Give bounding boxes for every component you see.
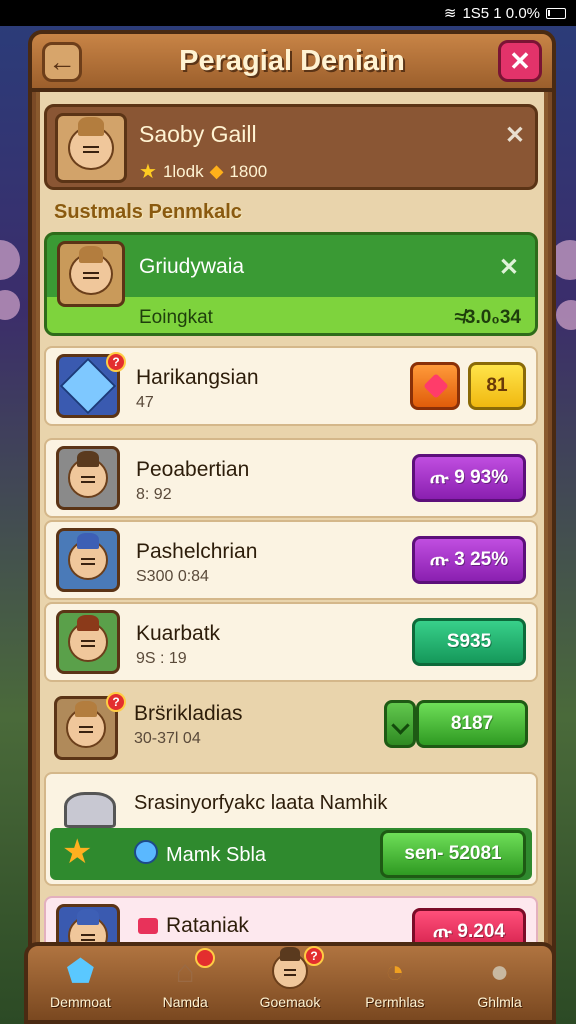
helmet-icon: ★ — [58, 788, 122, 872]
price-button[interactable]: ጡ 9 93% — [412, 454, 526, 502]
gem-icon — [134, 840, 158, 864]
wifi-icon: ≋ — [443, 5, 457, 22]
promo-title: Srasinyorfyakc laata Namhik — [134, 792, 388, 814]
bottom-nav: ⬟ Demmoat ⌂ Namda ? Goemaok ◔ Permhlas ●… — [24, 942, 556, 1024]
dismiss-icon[interactable]: ✕ — [499, 253, 519, 282]
profile-name: Saoby Gaill — [139, 121, 257, 147]
profile-stats: ★ 1lodk ◆ 1800 — [139, 159, 267, 184]
avatar — [55, 113, 127, 183]
nav-item-profile[interactable]: ● Ghlmla — [452, 952, 548, 1011]
profile-card: Saoby Gaill ★ 1lodk ◆ 1800 ✕ — [44, 104, 538, 190]
item-sub: 8: 92 — [136, 486, 172, 503]
list-item[interactable]: ? Harikangsian 47 81 — [44, 346, 538, 426]
featured-offer[interactable]: Griudywaia ✕ Eoingkat ≉3.0₀34 — [44, 232, 538, 336]
item-name: Brs̈rikladias — [134, 702, 243, 725]
item-sub: 47 — [136, 394, 154, 411]
user-icon: ● — [489, 952, 510, 989]
promo-bar-label: Mamk Sbla — [166, 844, 267, 866]
back-button[interactable]: ← — [42, 42, 82, 82]
chevron-button[interactable] — [384, 700, 416, 748]
item-name: Pashelchrian — [136, 540, 258, 563]
close-icon: ✕ — [509, 45, 531, 76]
stadium-light — [0, 240, 20, 280]
close-button[interactable]: ✕ — [498, 40, 542, 82]
status-text: 1S5 1 0.0% — [462, 4, 540, 22]
nav-label: Ghlmla — [477, 994, 522, 1010]
header-bar: ← Peragial Deniain ✕ — [28, 30, 556, 92]
diamond-icon: ⬟ — [66, 953, 95, 989]
notification-badge: ? — [303, 946, 324, 966]
nav-label: Goemaok — [259, 994, 321, 1010]
list-item[interactable]: Kuarbatk 9S : 19 S935 — [44, 602, 538, 682]
profile-stat-currency: 1800 — [229, 161, 268, 181]
featured-title: Griudywaia — [139, 255, 245, 278]
nav-label: Permhlas — [365, 994, 425, 1010]
featured-subtitle: Eoingkat — [139, 307, 213, 328]
stadium-light — [556, 300, 576, 330]
battery-icon — [546, 7, 566, 19]
clock-icon: ◔ — [385, 952, 405, 989]
nav-item-timer[interactable]: ◔ Permhlas — [347, 952, 443, 1011]
section-title: Sustmals Penmkalc — [54, 201, 242, 223]
price-button[interactable]: 8187 — [416, 700, 528, 748]
nav-label: Namda — [162, 994, 208, 1010]
stadium-light — [0, 290, 20, 320]
list-item[interactable]: Pashelchrian S300 0:84 ጡ 3 25% — [44, 520, 538, 600]
list-item[interactable]: ? Brs̈rikladias 30-37l 04 8187 — [44, 690, 538, 770]
item-name: Harikangsian — [136, 366, 259, 389]
nav-label: Demmoat — [50, 994, 111, 1010]
item-sub: S300 0:84 — [136, 568, 209, 585]
item-sub: 30-37l 04 — [134, 730, 201, 747]
dismiss-icon[interactable]: ✕ — [505, 121, 525, 150]
nav-item-house[interactable]: ⌂ Namda — [137, 948, 233, 1010]
avatar — [56, 610, 120, 674]
price-button[interactable]: S935 — [412, 618, 526, 666]
ticket-icon — [138, 918, 158, 934]
item-name: Peoabertian — [136, 458, 250, 481]
gem-button[interactable] — [410, 362, 460, 410]
promo-buy-button[interactable]: sen- 52081 — [380, 830, 526, 878]
status-bar: ≋ 1S5 1 0.0% — [0, 0, 576, 26]
notification-badge: ? — [106, 692, 126, 712]
arrow-left-icon: ← — [48, 46, 76, 77]
notification-badge — [195, 948, 216, 968]
item-name: Rataniak — [166, 914, 249, 937]
notification-badge: ? — [106, 352, 126, 372]
price-button[interactable]: ጡ 3 25% — [412, 536, 526, 584]
buy-button[interactable]: 81 — [468, 362, 526, 410]
avatar — [56, 446, 120, 510]
avatar — [57, 241, 125, 307]
avatar — [56, 528, 120, 592]
gem-icon: ◆ — [209, 161, 224, 181]
item-sub: 9S : 19 — [136, 650, 187, 667]
nav-item-character[interactable]: ? Goemaok — [242, 946, 338, 1010]
profile-stat-level: 1lodk — [162, 161, 204, 181]
list-item[interactable]: Peoabertian 8: 92 ጡ 9 93% — [44, 438, 538, 518]
featured-price: ≉3.0₀34 — [454, 307, 521, 328]
nav-item-home[interactable]: ⬟ Demmoat — [32, 952, 128, 1010]
star-icon: ★ — [139, 161, 157, 183]
item-name: Kuarbatk — [136, 622, 221, 645]
page-title: Peragial Deniain — [179, 44, 405, 77]
promo-card[interactable]: Srasinyorfyakc laata Namhik ★ Mamk Sbla … — [44, 772, 538, 886]
